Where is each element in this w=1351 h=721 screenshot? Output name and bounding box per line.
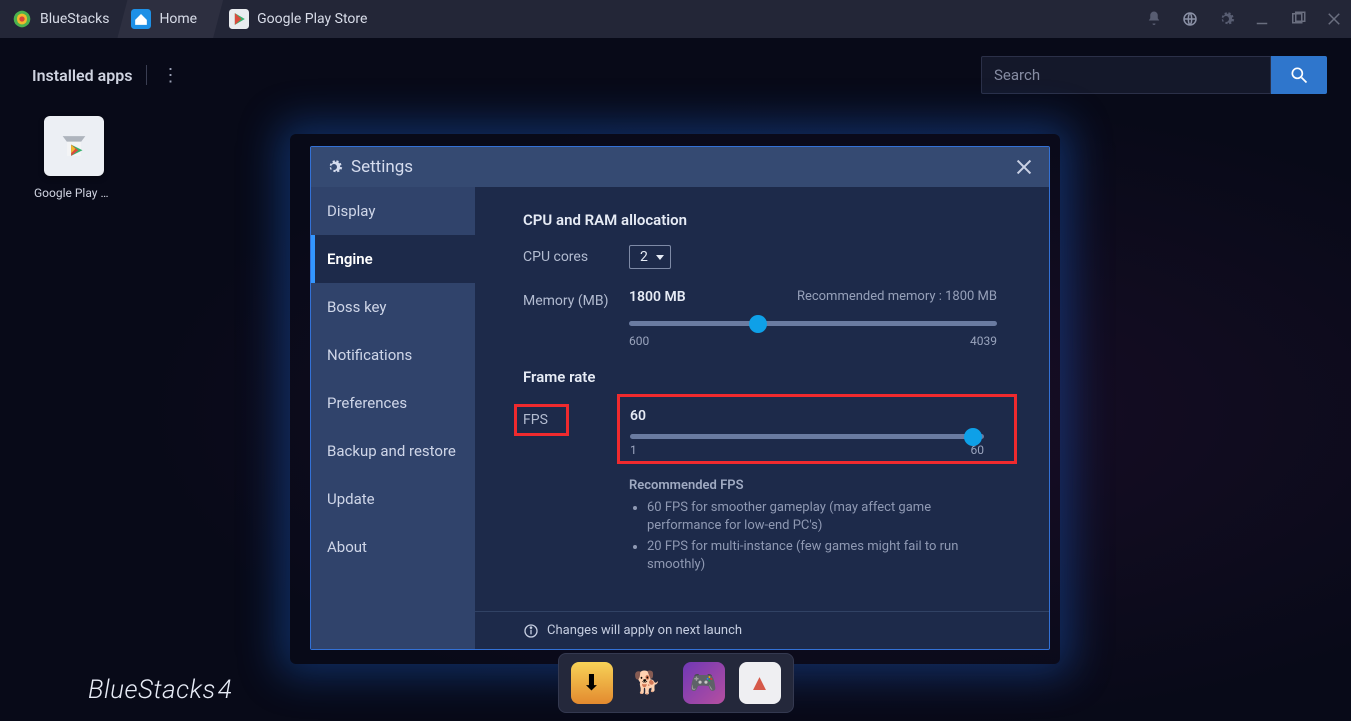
sidebar-item-bosskey[interactable]: Boss key — [311, 283, 475, 331]
chevron-down-icon — [656, 255, 664, 260]
topbar: Installed apps ⋮ — [0, 38, 1351, 106]
memory-value: 1800 MB — [629, 289, 686, 305]
memory-recommended: Recommended memory : 1800 MB — [797, 289, 997, 305]
fps-value: 60 — [630, 408, 646, 424]
info-icon — [523, 623, 539, 639]
footer-brand: BlueStacks4 — [86, 675, 232, 705]
memory-label: Memory (MB) — [523, 289, 629, 309]
sidebar-item-update[interactable]: Update — [311, 475, 475, 523]
dock-app-3[interactable]: 🎮 — [683, 662, 725, 704]
titlebar-tabs: Home Google Play Store — [125, 0, 393, 38]
fps-rec-item: 60 FPS for smoother gameplay (may affect… — [647, 499, 967, 534]
memory-max: 4039 — [970, 334, 997, 348]
dock-app-1[interactable]: ⬇ — [571, 662, 613, 704]
search-button[interactable] — [1271, 56, 1327, 94]
fps-min: 1 — [630, 443, 637, 457]
app-tile-playstore[interactable]: Google Play Store — [34, 116, 114, 200]
tab-playstore[interactable]: Google Play Store — [215, 0, 393, 38]
search-wrap — [981, 56, 1327, 94]
fps-slider-thumb[interactable] — [964, 428, 982, 446]
dock-app-2[interactable]: 🐕 — [627, 662, 669, 704]
memory-slider[interactable] — [629, 321, 997, 326]
fps-recommended-title: Recommended FPS — [629, 478, 1015, 493]
page-title: Installed apps — [32, 66, 132, 85]
app-tile-icon — [44, 116, 104, 176]
sidebar-item-about[interactable]: About — [311, 523, 475, 571]
framerate-heading: Frame rate — [523, 368, 1015, 386]
maximize-button[interactable] — [1289, 10, 1307, 28]
titlebar-brand-text: BlueStacks — [40, 11, 109, 27]
titlebar: BlueStacks Home Google Play Store — [0, 0, 1351, 38]
fps-label: FPS — [514, 404, 569, 436]
tab-label: Google Play Store — [257, 11, 367, 27]
cpu-ram-heading: CPU and RAM allocation — [523, 211, 1015, 229]
tab-home[interactable]: Home — [117, 0, 223, 38]
sidebar-item-display[interactable]: Display — [311, 187, 475, 235]
cpu-cores-select[interactable]: 2 — [629, 245, 671, 269]
sidebar-item-notifications[interactable]: Notifications — [311, 331, 475, 379]
fps-recommended-list: 60 FPS for smoother gameplay (may affect… — [629, 499, 1015, 573]
memory-min: 600 — [629, 334, 649, 348]
close-button[interactable] — [1325, 10, 1343, 28]
fps-highlight: 60 1 60 — [617, 394, 1017, 464]
divider — [146, 65, 147, 85]
settings-modal: Settings Display Engine Boss key Notific… — [310, 146, 1050, 650]
fps-rec-item: 20 FPS for multi-instance (few games mig… — [647, 538, 967, 573]
sidebar-item-engine[interactable]: Engine — [311, 235, 475, 283]
settings-sidebar: Display Engine Boss key Notifications Pr… — [311, 187, 475, 649]
home-icon — [131, 9, 151, 29]
bluestacks-logo-icon — [12, 9, 32, 29]
fps-slider[interactable] — [630, 434, 984, 439]
cpu-cores-value: 2 — [640, 249, 648, 265]
search-input[interactable] — [981, 56, 1271, 94]
search-icon — [1289, 65, 1309, 85]
memory-slider-thumb[interactable] — [749, 315, 767, 333]
sidebar-item-preferences[interactable]: Preferences — [311, 379, 475, 427]
dock: ⬇ 🐕 🎮 ▲ — [558, 653, 794, 713]
playstore-icon — [229, 9, 249, 29]
gear-icon[interactable] — [1217, 10, 1235, 28]
settings-footer: Changes will apply on next launch — [475, 611, 1049, 649]
gear-icon — [325, 158, 343, 176]
footer-note: Changes will apply on next launch — [547, 623, 742, 638]
window-controls — [1145, 0, 1343, 38]
settings-header: Settings — [311, 147, 1049, 187]
settings-content: CPU and RAM allocation CPU cores 2 Memor… — [475, 187, 1049, 649]
dock-app-4[interactable]: ▲ — [739, 662, 781, 704]
bell-icon[interactable] — [1145, 10, 1163, 28]
more-icon[interactable]: ⋮ — [161, 65, 179, 86]
minimize-button[interactable] — [1253, 10, 1271, 28]
globe-icon[interactable] — [1181, 10, 1199, 28]
app-tile-label: Google Play Store — [34, 186, 114, 200]
titlebar-brand: BlueStacks — [0, 0, 125, 38]
cpu-cores-label: CPU cores — [523, 245, 629, 265]
tab-label: Home — [159, 11, 197, 27]
close-icon[interactable] — [1013, 156, 1035, 178]
settings-title: Settings — [351, 157, 413, 177]
app-body: Installed apps ⋮ Google Play Store Setti… — [0, 38, 1351, 721]
sidebar-item-backup[interactable]: Backup and restore — [311, 427, 475, 475]
